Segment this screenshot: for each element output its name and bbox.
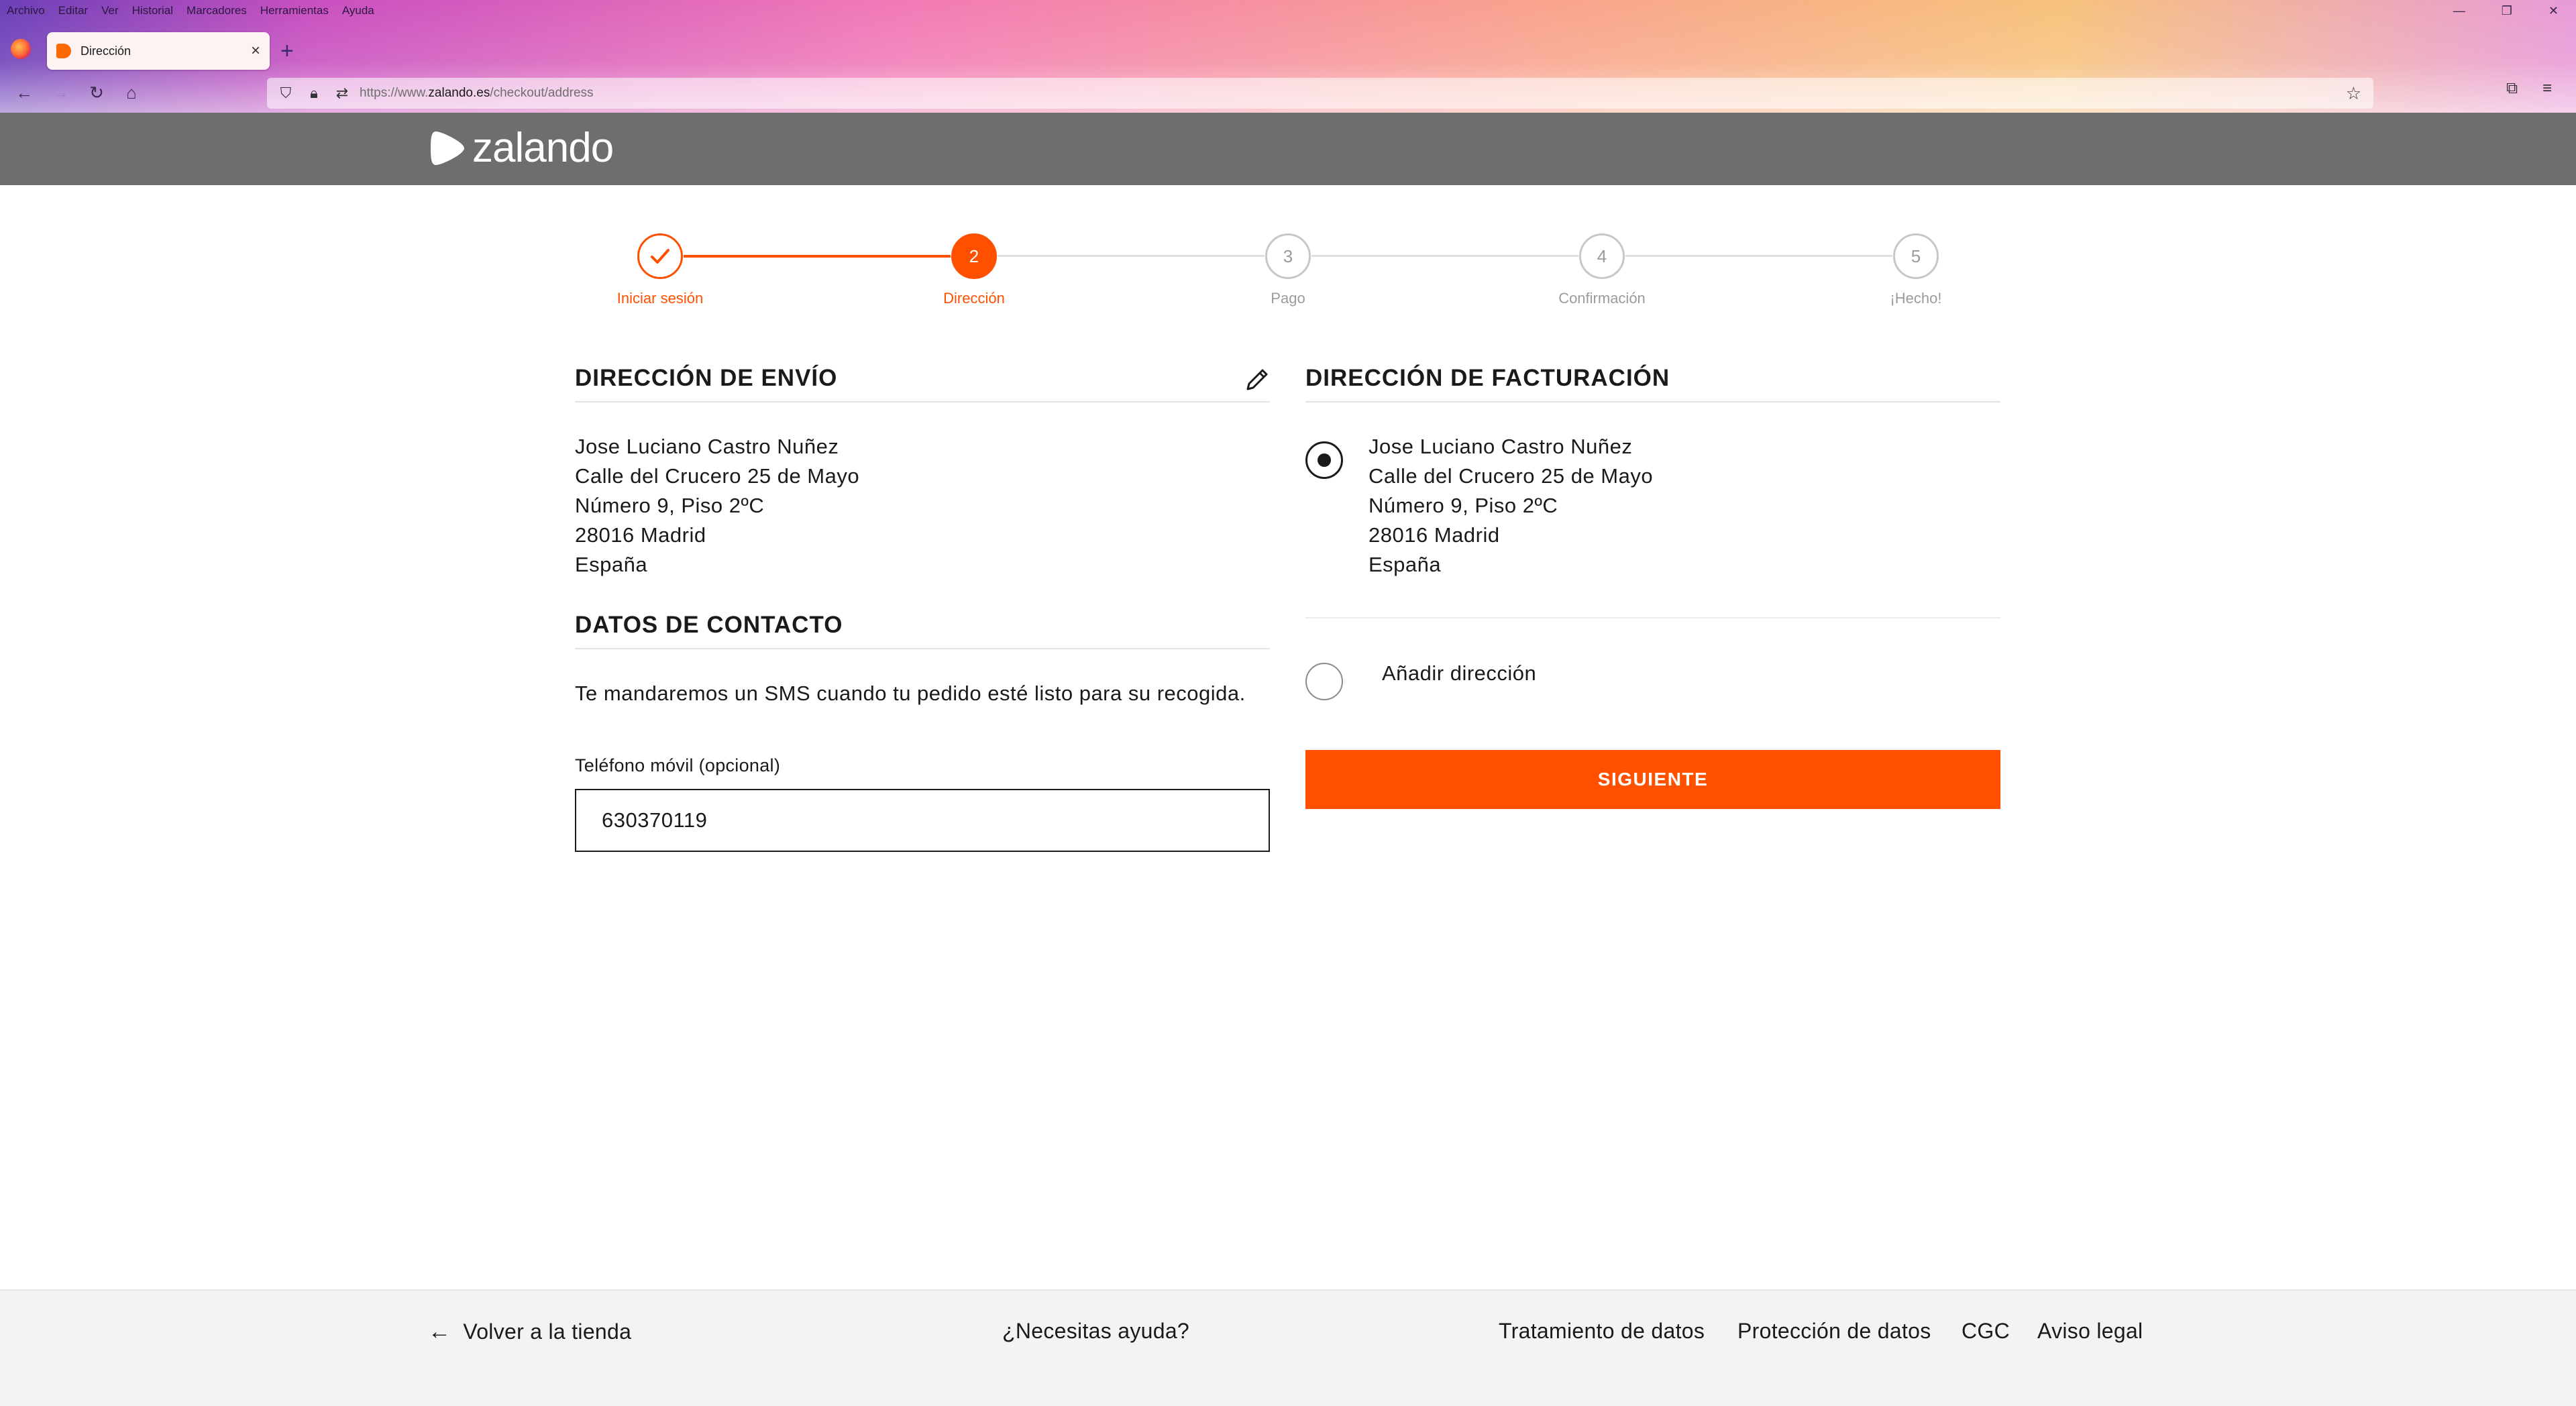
- window-controls: — ❐ ✕: [2453, 4, 2559, 23]
- extensions-icon[interactable]: ⧉: [2506, 79, 2518, 98]
- menu-ayuda[interactable]: Ayuda: [342, 1, 374, 20]
- arrow-left-icon: ←: [428, 1319, 451, 1344]
- shipping-country: España: [575, 553, 648, 576]
- back-to-shop-text: Volver a la tienda: [463, 1319, 632, 1344]
- checkout-stepper: Iniciar sesión 2 Dirección 3 Pago 4 Conf…: [0, 185, 2576, 333]
- zalando-logo-icon: [431, 131, 464, 165]
- billing-address-block[interactable]: Jose Luciano Castro Nuñez Calle del Cruc…: [1368, 432, 1653, 580]
- help-link[interactable]: ¿Necesitas ayuda?: [1002, 1319, 1189, 1344]
- step-label-done: ¡Hecho!: [1890, 290, 1942, 307]
- billing-address-radio[interactable]: [1305, 441, 1343, 479]
- menu-herramientas[interactable]: Herramientas: [260, 1, 329, 20]
- url-text: https://www.zalando.es/checkout/address: [360, 86, 594, 101]
- step-number-3: 3: [1265, 233, 1311, 279]
- url-path: /checkout/address: [490, 86, 594, 100]
- shipping-name: Jose Luciano Castro Nuñez: [575, 435, 839, 458]
- add-address-radio[interactable]: [1305, 663, 1343, 700]
- forward-arrow-icon[interactable]: →: [47, 79, 74, 106]
- billing-country: España: [1368, 553, 1442, 576]
- phone-label: Teléfono móvil (opcional): [575, 755, 781, 775]
- contact-divider: [575, 648, 1270, 649]
- step-number-5: 5: [1893, 233, 1939, 279]
- menu-editar[interactable]: Editar: [58, 1, 88, 20]
- billing-title: DIRECCIÓN DE FACTURACIÓN: [1305, 365, 1670, 391]
- menu-hamburger-icon[interactable]: ≡: [2542, 79, 2552, 98]
- url-domain: zalando.es: [428, 86, 490, 100]
- restore-icon[interactable]: ❐: [2502, 4, 2512, 23]
- minimize-icon[interactable]: —: [2453, 4, 2465, 23]
- legal-notice-link[interactable]: Aviso legal: [2037, 1319, 2143, 1344]
- logo-text: zalando: [472, 125, 614, 171]
- billing-option-divider: [1305, 617, 2000, 618]
- step-label-payment: Pago: [1271, 290, 1305, 307]
- shipping-number: Número 9, Piso 2ºC: [575, 494, 765, 517]
- step-number-2: 2: [951, 233, 997, 279]
- new-tab-icon[interactable]: +: [280, 36, 294, 66]
- back-arrow-icon[interactable]: ←: [11, 79, 38, 106]
- shipping-divider: [575, 401, 1270, 402]
- step-payment: 3 Pago: [1187, 233, 1389, 307]
- permissions-icon[interactable]: ⇄: [333, 85, 352, 102]
- billing-divider: [1305, 401, 2000, 402]
- check-icon: [637, 233, 683, 279]
- close-window-icon[interactable]: ✕: [2548, 4, 2559, 23]
- step-login[interactable]: Iniciar sesión: [559, 233, 761, 307]
- tab-close-icon[interactable]: ×: [251, 42, 260, 60]
- lock-icon[interactable]: 🔒︎: [305, 85, 323, 102]
- page-footer: ← Volver a la tienda ¿Necesitas ayuda? T…: [0, 1289, 2576, 1406]
- phone-input[interactable]: [575, 789, 1270, 852]
- step-label-address: Dirección: [943, 290, 1005, 307]
- tab-title: Dirección: [80, 44, 131, 58]
- add-address-label[interactable]: Añadir dirección: [1382, 659, 1536, 688]
- back-to-shop-link[interactable]: ← Volver a la tienda: [428, 1319, 631, 1345]
- step-done: 5 ¡Hecho!: [1815, 233, 2017, 307]
- menu-marcadores[interactable]: Marcadores: [186, 1, 247, 20]
- navigation-bar: ← → ↻ ⌂ ⛉ 🔒︎ ⇄ https://www.zalando.es/ch…: [0, 74, 2576, 113]
- bookmark-star-icon[interactable]: ☆: [2346, 83, 2361, 104]
- shipping-title: DIRECCIÓN DE ENVÍO: [575, 365, 838, 391]
- data-protection-link[interactable]: Protección de datos: [1737, 1319, 1931, 1344]
- data-treatment-link[interactable]: Tratamiento de datos: [1499, 1319, 1705, 1344]
- browser-chrome: Archivo Editar Ver Historial Marcadores …: [0, 0, 2576, 113]
- step-label-confirmation: Confirmación: [1558, 290, 1646, 307]
- contact-description: Te mandaremos un SMS cuando tu pedido es…: [575, 682, 1246, 705]
- firefox-icon[interactable]: [11, 39, 31, 59]
- edit-pencil-icon[interactable]: [1242, 365, 1272, 394]
- shipping-address-block: Jose Luciano Castro Nuñez Calle del Cruc…: [575, 432, 859, 580]
- shipping-city: 28016 Madrid: [575, 523, 706, 547]
- step-label-login: Iniciar sesión: [616, 290, 704, 307]
- menu-archivo[interactable]: Archivo: [7, 1, 45, 20]
- billing-street: Calle del Crucero 25 de Mayo: [1368, 464, 1654, 488]
- menu-bar: Archivo Editar Ver Historial Marcadores …: [7, 1, 374, 20]
- home-icon[interactable]: ⌂: [118, 79, 145, 106]
- step-number-4: 4: [1579, 233, 1625, 279]
- billing-number: Número 9, Piso 2ºC: [1368, 494, 1558, 517]
- browser-tab[interactable]: Dirección ×: [47, 32, 270, 70]
- step-confirmation: 4 Confirmación: [1501, 233, 1703, 307]
- next-button[interactable]: SIGUIENTE: [1305, 750, 2000, 809]
- menu-ver[interactable]: Ver: [101, 1, 119, 20]
- reload-icon[interactable]: ↻: [83, 79, 110, 106]
- step-address: 2 Dirección: [873, 233, 1075, 307]
- pencil-icon: [1246, 369, 1268, 390]
- zalando-favicon-icon: [56, 44, 71, 58]
- terms-link[interactable]: CGC: [1962, 1319, 2010, 1344]
- menu-historial[interactable]: Historial: [132, 1, 173, 20]
- billing-city: 28016 Madrid: [1368, 523, 1500, 547]
- site-header: zalando: [0, 113, 2576, 185]
- contact-title: DATOS DE CONTACTO: [575, 612, 843, 638]
- url-prefix: https://www.: [360, 86, 429, 100]
- billing-name: Jose Luciano Castro Nuñez: [1368, 435, 1633, 458]
- zalando-logo[interactable]: zalando: [428, 125, 614, 171]
- checkmark-icon: [651, 249, 669, 264]
- shipping-street: Calle del Crucero 25 de Mayo: [575, 464, 860, 488]
- shield-icon[interactable]: ⛉: [276, 85, 295, 102]
- url-bar[interactable]: ⛉ 🔒︎ ⇄ https://www.zalando.es/checkout/a…: [267, 78, 2373, 109]
